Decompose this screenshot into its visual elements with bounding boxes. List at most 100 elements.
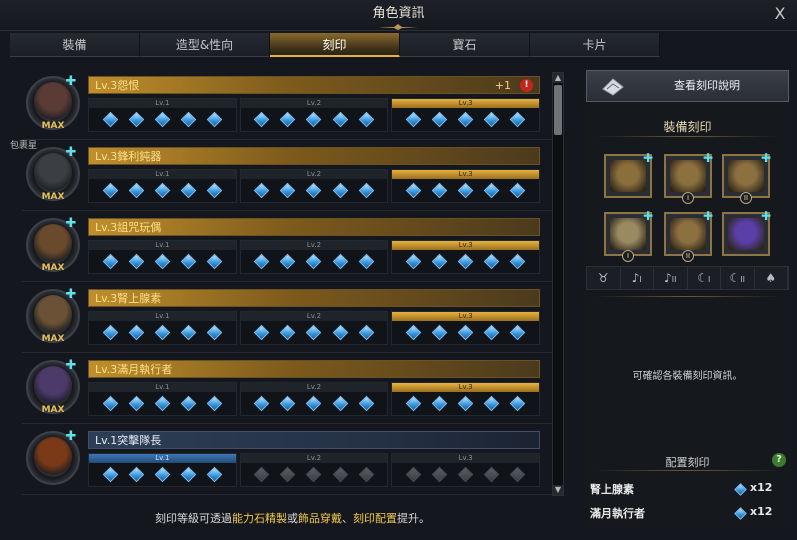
gem-icon — [206, 253, 223, 270]
warning-icon[interactable]: ! — [520, 79, 533, 92]
ring-icon[interactable]: ☾I — [688, 267, 721, 289]
engraving-portrait[interactable]: ✚ MAX — [22, 72, 86, 136]
gem-icon — [128, 466, 144, 483]
divider — [594, 470, 781, 471]
gem-icon — [734, 483, 747, 496]
max-label: MAX — [41, 334, 65, 344]
engraving-portrait[interactable]: ✚ MAX — [22, 143, 86, 207]
config-engraving-count: x12 — [750, 505, 773, 518]
gem-icon — [253, 111, 270, 128]
gem-icon — [405, 395, 422, 412]
engraving-row[interactable]: ✚ MAX Lv.3滿月執行者 Lv.1 Lv.2 Lv.3 — [22, 356, 552, 420]
level-label: Lv.1 — [89, 170, 236, 179]
scroll-up-icon[interactable]: ▲ — [553, 73, 563, 83]
add-icon[interactable]: ✚ — [64, 430, 78, 444]
level-label: Lv.3 — [392, 99, 540, 108]
scroll-down-icon[interactable]: ▼ — [553, 485, 563, 495]
gem-icon — [510, 395, 526, 412]
gem-icon — [206, 182, 223, 199]
scrollbar[interactable]: ▲ ▼ — [552, 72, 564, 496]
gem-icon — [253, 253, 270, 270]
slot-numeral: I — [622, 250, 634, 262]
equipment-engraving-slot[interactable]: ✚ I — [604, 209, 653, 262]
tab-engraving[interactable]: 刻印 — [270, 33, 400, 57]
necklace-icon[interactable]: ♉ — [587, 267, 621, 289]
engraving-portrait[interactable]: ✚ MAX — [22, 214, 86, 278]
slot-glyph: ♉ — [597, 271, 609, 285]
equipment-icon — [670, 218, 706, 250]
engraving-list: ✚ MAX Lv.3怨恨 +1 ! Lv.1 Lv.2 Lv.3 ✚ MAX L… — [22, 70, 570, 498]
engraving-name: Lv.1突擊隊長 — [95, 434, 162, 447]
config-engraving-name: 滿月執行者 — [590, 507, 645, 520]
add-icon[interactable]: ✚ — [64, 146, 78, 160]
max-label: MAX — [41, 263, 65, 273]
equipment-engraving-slot[interactable]: ✚ — [604, 151, 653, 198]
config-title: 配置刻印 — [665, 456, 710, 469]
add-icon[interactable]: ✚ — [64, 217, 78, 231]
close-icon[interactable]: X — [771, 5, 789, 23]
equipment-engraving-slot[interactable]: ✚ II — [722, 151, 771, 204]
earring-icon[interactable]: ♪I — [621, 267, 654, 289]
slot-sub: I — [707, 275, 711, 284]
level-segment: Lv.2 — [239, 98, 389, 132]
gem-icon — [405, 182, 422, 199]
gem-icon — [102, 324, 118, 341]
engraving-row[interactable]: ✚ MAX Lv.3鋒利鈍器 Lv.1 Lv.2 Lv.3 — [22, 143, 552, 207]
gem-icon — [102, 466, 118, 483]
tab-bar: 裝備 造型&性向 刻印 寶石 卡片 — [10, 33, 660, 57]
level-segment: Lv.2 — [239, 453, 389, 487]
equipment-icon — [610, 218, 646, 250]
engraving-name-bar: Lv.3詛咒玩偶 — [88, 218, 540, 236]
equipment-engraving-slot[interactable]: ✚ II — [664, 209, 713, 262]
engraving-portrait[interactable]: ✚ MAX — [22, 356, 86, 420]
help-icon[interactable]: ? — [772, 453, 786, 467]
empty-gem-icon — [431, 466, 448, 483]
gem-icon — [128, 182, 144, 199]
title-bar: 角色資訊 X — [0, 0, 797, 31]
engraving-name: Lv.3怨恨 — [95, 79, 140, 92]
empty-gem-icon — [280, 466, 296, 483]
gem-icon — [206, 466, 223, 483]
add-icon[interactable]: ✚ — [64, 75, 78, 89]
equipment-icon — [728, 218, 764, 250]
engraving-row[interactable]: ✚ MAX Lv.3詛咒玩偶 Lv.1 Lv.2 Lv.3 — [22, 214, 552, 278]
empty-gem-icon — [306, 466, 322, 483]
gem-icon — [332, 395, 348, 412]
add-icon: ✚ — [642, 209, 653, 223]
tab-cards[interactable]: 卡片 — [530, 33, 660, 57]
empty-gem-icon — [332, 466, 348, 483]
gem-icon — [405, 324, 422, 341]
equipment-engraving-slot[interactable]: ✚ — [722, 209, 771, 256]
tab-appearance[interactable]: 造型&性向 — [140, 33, 270, 57]
gem-icon — [431, 111, 448, 128]
engraving-row[interactable]: ✚ MAX Lv.3怨恨 +1 ! Lv.1 Lv.2 Lv.3 — [22, 72, 552, 136]
gem-icon — [457, 324, 474, 341]
row-divider — [22, 352, 552, 353]
engraving-portrait[interactable]: ✚ MAX — [22, 285, 86, 349]
gem-icon — [280, 111, 296, 128]
earring-icon[interactable]: ♪II — [654, 267, 688, 289]
gem-icon — [510, 324, 526, 341]
add-icon[interactable]: ✚ — [64, 288, 78, 302]
engraving-row[interactable]: ✚ Lv.1突擊隊長 Lv.1 Lv.2 Lv.3 — [22, 427, 552, 491]
gem-icon — [405, 111, 422, 128]
equip-engraving-title: 裝備刻印 — [663, 120, 712, 134]
tab-equipment[interactable]: 裝備 — [10, 33, 140, 57]
slot-sub: II — [671, 275, 677, 284]
empty-gem-icon — [253, 466, 270, 483]
tab-gems[interactable]: 寶石 — [400, 33, 530, 57]
equipment-engraving-slot[interactable]: ✚ I — [664, 151, 713, 204]
gem-icon — [128, 324, 144, 341]
scroll-thumb[interactable] — [554, 85, 562, 135]
add-icon[interactable]: ✚ — [64, 359, 78, 373]
engraving-row[interactable]: ✚ MAX Lv.3腎上腺素 Lv.1 Lv.2 Lv.3 — [22, 285, 552, 349]
add-icon: ✚ — [760, 151, 771, 165]
view-engraving-description-button[interactable]: 查看刻印說明 — [586, 70, 789, 102]
engraving-portrait[interactable]: ✚ — [22, 427, 86, 491]
add-icon: ✚ — [702, 209, 713, 223]
ring-icon[interactable]: ☾II — [721, 267, 755, 289]
empty-gem-icon — [405, 466, 422, 483]
slot-glyph: ♠ — [765, 271, 777, 285]
level-segment: Lv.3 — [391, 453, 541, 487]
stone-icon[interactable]: ♠ — [755, 267, 788, 289]
